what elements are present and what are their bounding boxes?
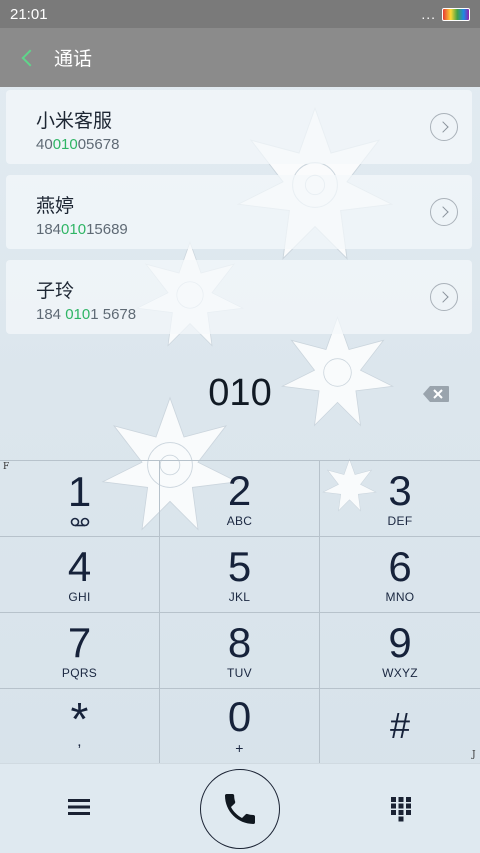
phone-icon (225, 794, 255, 824)
key-hash[interactable]: # (320, 689, 480, 764)
number-match: 010 (52, 136, 78, 153)
key-digit: 0 (227, 693, 252, 740)
key-digit: 8 (227, 618, 252, 666)
backspace-icon[interactable] (422, 385, 450, 403)
call-button[interactable] (200, 769, 280, 849)
key-letters: + (235, 740, 244, 756)
dialpad-icon[interactable] (390, 796, 412, 822)
contact-name: 子玲 (36, 281, 75, 302)
number-part: 1 5678 (90, 306, 137, 323)
number-part: 184 (36, 306, 66, 323)
key-4[interactable]: 4 GHI (0, 537, 160, 613)
key-letters: WXYZ (382, 665, 418, 680)
status-indicators: ... (421, 6, 470, 22)
key-digit: * (70, 693, 89, 745)
contact-name: 燕婷 (36, 196, 75, 217)
key-3[interactable]: 3 DEF (320, 461, 480, 537)
key-8[interactable]: 8 TUV (160, 613, 320, 689)
key-digit: 4 (67, 542, 92, 590)
dialpad: 1 2 ABC 3 DEF 4 GHI 5 JKL 6 MNO 7 PQRS 8… (0, 460, 480, 764)
contact-detail-button[interactable] (430, 283, 458, 311)
number-match: 010 (65, 306, 91, 323)
key-letters: JKL (228, 589, 251, 604)
battery-icon (442, 7, 470, 21)
notification-dots: ... (421, 6, 436, 22)
title-bar: 通话 (0, 28, 480, 87)
number-part: 184 (36, 221, 62, 238)
contact-name: 小米客服 (36, 111, 113, 132)
key-digit: 9 (388, 618, 412, 666)
menu-icon[interactable] (68, 798, 90, 816)
key-digit: 1 (67, 467, 92, 515)
number-match: 010 (61, 221, 87, 238)
key-digit: # (389, 705, 411, 746)
key-digit: 3 (388, 466, 412, 514)
status-time: 21:01 (10, 5, 48, 23)
number-part: 05678 (77, 136, 120, 153)
key-digit: 5 (227, 542, 252, 590)
dialed-number-display: 010 (208, 372, 272, 414)
key-letters: MNO (385, 589, 415, 604)
key-digit: 7 (67, 618, 92, 666)
key-digit: 6 (388, 542, 412, 590)
contact-suggestion[interactable]: 子玲 184 0101 5678 (6, 260, 472, 334)
contact-suggestion[interactable]: 燕婷 18401015689 (6, 175, 472, 249)
key-0[interactable]: 0 + (160, 689, 320, 764)
key-1[interactable]: 1 (0, 461, 160, 537)
page-title: 通话 (54, 49, 93, 70)
voicemail-icon (70, 517, 89, 526)
key-5[interactable]: 5 JKL (160, 537, 320, 613)
contact-detail-button[interactable] (430, 198, 458, 226)
bottom-action-bar (0, 763, 480, 853)
key-9[interactable]: 9 WXYZ (320, 613, 480, 689)
key-letters: DEF (387, 513, 413, 528)
key-letters: PQRS (61, 665, 98, 680)
contact-suggestion[interactable]: 小米客服 4001005678 (6, 90, 472, 164)
key-letters: , (77, 733, 82, 750)
key-7[interactable]: 7 PQRS (0, 613, 160, 689)
key-2[interactable]: 2 ABC (160, 461, 320, 537)
key-letters: TUV (227, 665, 252, 680)
contact-number: 18401015689 (36, 221, 128, 238)
key-letters: ABC (226, 513, 253, 528)
key-star[interactable]: * , (0, 689, 160, 764)
key-6[interactable]: 6 MNO (320, 537, 480, 613)
contact-detail-button[interactable] (430, 113, 458, 141)
key-letters: GHI (68, 589, 91, 604)
contact-number: 4001005678 (36, 136, 119, 153)
chevron-left-icon[interactable] (18, 48, 38, 68)
number-part: 15689 (86, 221, 128, 238)
number-part: 40 (36, 136, 53, 153)
key-digit: 2 (227, 466, 252, 514)
status-bar: 21:01 ... (0, 0, 480, 28)
contact-number: 184 0101 5678 (36, 306, 136, 323)
